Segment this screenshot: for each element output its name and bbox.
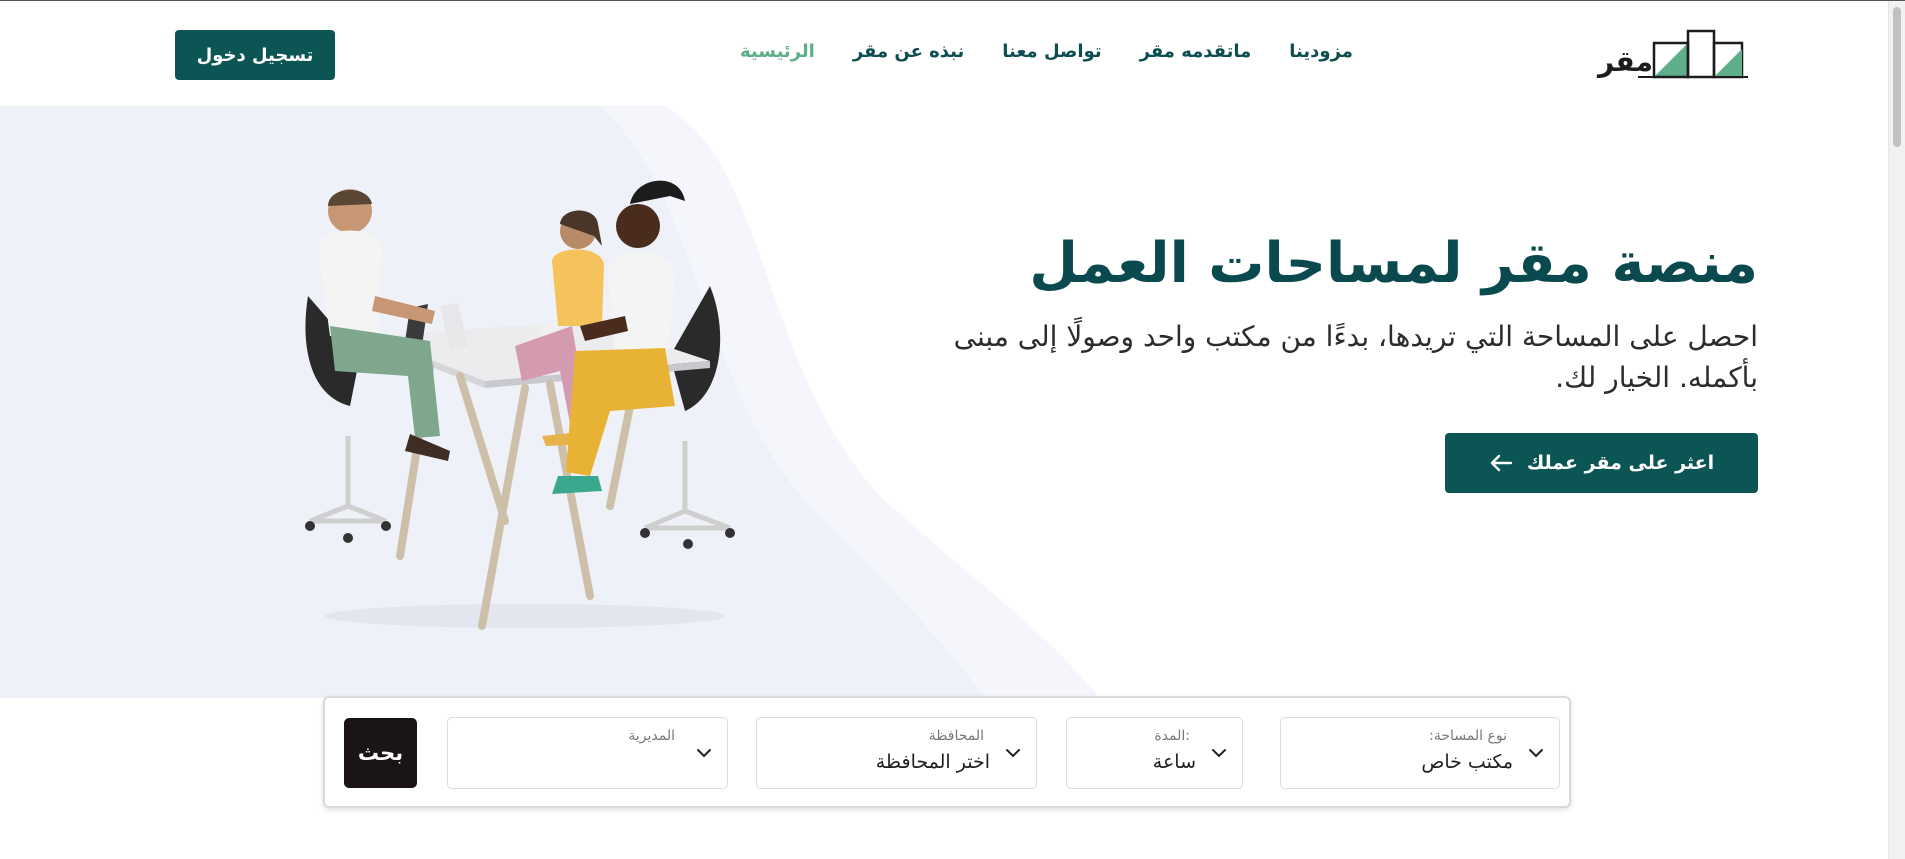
space-type-value: مكتب خاص (1421, 751, 1513, 773)
site-header: مقر الرئيسية نبذه عن مقر تواصل معنا ماتق… (0, 1, 1888, 106)
chevron-down-icon (1006, 749, 1020, 758)
coworking-illustration (305, 180, 735, 630)
find-workspace-button[interactable]: اعثر على مقر عملك (1445, 433, 1758, 493)
space-type-select[interactable]: نوع المساحة: مكتب خاص (1280, 717, 1560, 789)
search-panel: نوع المساحة: مكتب خاص :المدة ساعة المحاف… (323, 696, 1571, 808)
hero-subtitle: احصل على المساحة التي تريدها، بدءًا من م… (953, 320, 1758, 394)
cta-label: اعثر على مقر عملك (1526, 452, 1715, 474)
login-button[interactable]: تسجيل دخول (175, 30, 335, 80)
logo[interactable]: مقر (1598, 27, 1750, 83)
governorate-value: اختر المحافظة (875, 751, 990, 773)
duration-value: ساعة (1152, 751, 1196, 773)
duration-select[interactable]: :المدة ساعة (1066, 717, 1243, 789)
page-scrollbar[interactable] (1888, 1, 1905, 859)
hero-background-shape (0, 106, 1100, 698)
search-button[interactable]: بحث (344, 718, 417, 788)
arrow-left-icon (1490, 454, 1513, 472)
space-type-label: نوع المساحة: (1429, 728, 1507, 744)
scrollbar-thumb[interactable] (1893, 7, 1901, 147)
directorate-label: المديرية (628, 728, 675, 744)
nav-item-providers[interactable]: مزودينا (1289, 41, 1353, 62)
governorate-label: المحافظة (928, 728, 984, 744)
nav-item-home[interactable]: الرئيسية (740, 41, 815, 62)
chevron-down-icon (1212, 749, 1226, 758)
duration-label: :المدة (1154, 728, 1190, 744)
directorate-select[interactable]: المديرية (447, 717, 728, 789)
logo-text: مقر (1598, 45, 1653, 78)
main-nav: الرئيسية نبذه عن مقر تواصل معنا ماتقدمه … (740, 41, 1353, 62)
page: مقر الرئيسية نبذه عن مقر تواصل معنا ماتق… (0, 0, 1905, 859)
nav-item-contact[interactable]: تواصل معنا (1002, 41, 1101, 62)
governorate-select[interactable]: المحافظة اختر المحافظة (756, 717, 1037, 789)
nav-item-about[interactable]: نبذه عن مقر (853, 41, 964, 62)
hero-title: منصة مقر لمساحات العمل (1029, 231, 1758, 296)
nav-item-services[interactable]: ماتقدمه مقر (1140, 41, 1252, 62)
hero-section: منصة مقر لمساحات العمل احصل على المساحة … (0, 106, 1888, 698)
chevron-down-icon (697, 749, 711, 758)
chevron-down-icon (1529, 749, 1543, 758)
